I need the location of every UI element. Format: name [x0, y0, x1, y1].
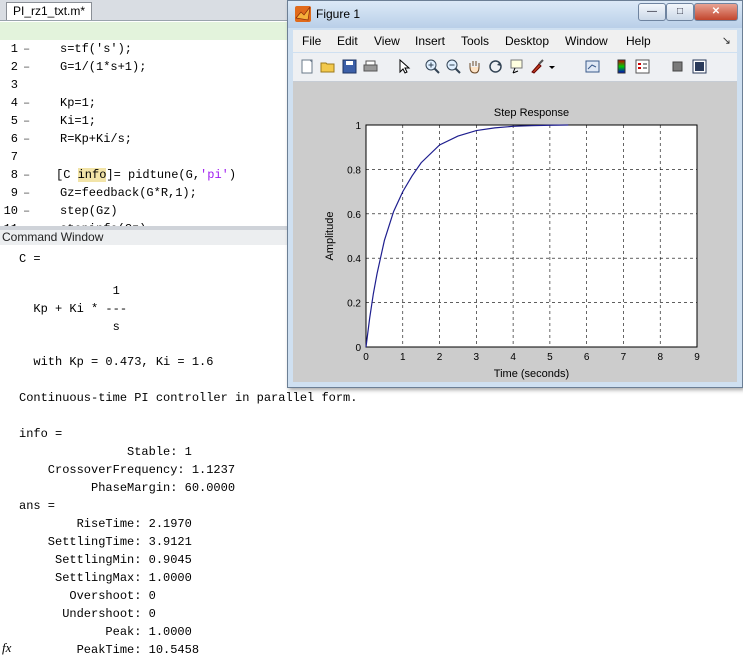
chart-title: Step Response [494, 107, 569, 119]
x-tick-label: 9 [694, 352, 700, 363]
y-tick-label: 0.2 [347, 299, 361, 310]
code-line[interactable]: 6– R=Kp+Ki/s; [0, 112, 290, 146]
legend-icon[interactable] [634, 58, 651, 75]
menu-view[interactable]: View [374, 34, 400, 48]
command-output-line: s [19, 320, 120, 334]
figure-title-bar[interactable]: Figure 1 — □ ✕ [288, 1, 742, 28]
menu-dock-arrow-icon[interactable]: ↘ [722, 34, 731, 47]
figure-menu-bar: File Edit View Insert Tools Desktop Wind… [293, 30, 737, 52]
command-output-line: 1 [19, 284, 120, 298]
colorbar-icon[interactable] [613, 58, 630, 75]
matlab-logo-icon [295, 6, 311, 22]
minimize-button[interactable]: — [638, 3, 666, 21]
editor-file-tab[interactable]: PI_rz1_txt.m* [6, 2, 93, 20]
code-line[interactable]: 7 [0, 130, 290, 164]
command-output-line: info = [19, 427, 63, 441]
command-output-line: Continuous-time PI controller in paralle… [19, 391, 358, 405]
save-icon[interactable] [341, 58, 358, 75]
menu-insert[interactable]: Insert [415, 34, 445, 48]
x-axis-label: Time (seconds) [494, 368, 569, 380]
command-output-line: Stable: 1 [19, 445, 192, 459]
print-icon[interactable] [362, 58, 379, 75]
menu-help[interactable]: Help [626, 34, 651, 48]
command-output-line: Overshoot: 0 [19, 589, 156, 603]
maximize-button[interactable]: □ [666, 3, 694, 21]
link-plot-icon[interactable] [584, 58, 601, 75]
command-window-title: Command Window [0, 230, 292, 245]
code-line[interactable]: 11–stepinfo(Gz) [0, 202, 290, 236]
code-line[interactable]: 9– Gz=feedback(G*R,1); [0, 166, 290, 200]
y-tick-label: 0 [355, 343, 361, 354]
figure-toolbar [293, 53, 737, 82]
command-output-line: C = [19, 252, 41, 266]
code-line[interactable]: 3 [0, 58, 290, 92]
new-figure-icon[interactable] [299, 58, 316, 75]
editor-code-area[interactable]: 1– s=tf('s'); 2– G=1/(1*s+1); 3 4– Kp=1; 5–… [0, 22, 290, 236]
zoom-in-icon[interactable] [424, 58, 441, 75]
x-tick-label: 1 [400, 352, 406, 363]
close-button[interactable]: ✕ [694, 3, 738, 21]
y-axis-label: Amplitude [324, 212, 336, 261]
step-response-plot[interactable]: 0 1 2 3 4 5 6 7 8 9 0 0.2 0.4 0.6 0.8 1 Step Response Tim… [293, 82, 737, 382]
rotate-3d-icon[interactable] [487, 58, 504, 75]
editor-panel: PI_rz1_txt.m* 1– s=tf('s'); 2– G=1/(1*s+1)… [0, 0, 290, 236]
x-tick-label: 2 [437, 352, 443, 363]
command-output-line: ans = [19, 499, 56, 513]
figure-window[interactable]: Figure 1 — □ ✕ File Edit View Insert Too… [287, 0, 743, 388]
pointer-icon[interactable] [395, 58, 412, 75]
figure-canvas[interactable]: 0 1 2 3 4 5 6 7 8 9 0 0.2 0.4 0.6 0.8 1 Step Response Tim… [293, 82, 737, 382]
show-plot-tools-icon[interactable] [691, 58, 708, 75]
code-line[interactable]: 10– step(Gz) [0, 184, 290, 218]
code-line[interactable]: 2– G=1/(1*s+1); [0, 40, 290, 74]
code-line[interactable]: 5– Ki=1; [0, 94, 290, 128]
command-output-line: Peak: 1.0000 [19, 625, 192, 639]
pan-icon[interactable] [466, 58, 483, 75]
menu-edit[interactable]: Edit [337, 34, 358, 48]
brush-icon[interactable] [529, 58, 546, 75]
zoom-out-icon[interactable] [445, 58, 462, 75]
command-output-line: PeakTime: 10.5458 [19, 643, 200, 657]
data-cursor-icon[interactable] [508, 58, 525, 75]
hide-plot-tools-icon[interactable] [669, 58, 686, 75]
y-tick-label: 0.4 [347, 254, 361, 265]
code-line[interactable]: 1– s=tf('s'); [0, 22, 290, 56]
y-tick-label: 0.8 [347, 165, 361, 176]
x-tick-label: 4 [510, 352, 516, 363]
menu-tools[interactable]: Tools [461, 34, 489, 48]
command-output-line: Kp + Ki * --- [19, 302, 128, 316]
y-tick-label: 1 [355, 121, 361, 132]
command-output-line: CrossoverFrequency: 1.1237 [19, 463, 236, 477]
y-tick-label: 0.6 [347, 210, 361, 221]
menu-desktop[interactable]: Desktop [505, 34, 549, 48]
x-tick-label: 6 [584, 352, 590, 363]
menu-file[interactable]: File [302, 34, 321, 48]
figure-title: Figure 1 [316, 7, 361, 21]
command-output-line: SettlingTime: 3.9121 [19, 535, 192, 549]
plot-axes-box [365, 124, 698, 348]
command-output-line: SettlingMax: 1.0000 [19, 571, 192, 585]
x-tick-label: 8 [657, 352, 663, 363]
x-tick-label: 0 [363, 352, 369, 363]
command-output-line: PhaseMargin: 60.0000 [19, 481, 236, 495]
code-line[interactable]: 8– [C info]= pidtune(G,'pi') [0, 148, 290, 182]
fx-prompt-icon[interactable]: fx [2, 640, 11, 656]
command-output-line: SettlingMin: 0.9045 [19, 553, 192, 567]
x-tick-label: 7 [621, 352, 627, 363]
command-output-line: with Kp = 0.473, Ki = 1.6 [19, 355, 214, 369]
x-tick-label: 5 [547, 352, 553, 363]
code-line[interactable]: 4– Kp=1; [0, 76, 290, 110]
command-output-line: Undershoot: 0 [19, 607, 156, 621]
editor-tab-bar: PI_rz1_txt.m* [0, 0, 290, 21]
open-file-icon[interactable] [320, 58, 337, 75]
x-tick-label: 3 [474, 352, 480, 363]
menu-window[interactable]: Window [565, 34, 608, 48]
brush-dropdown-icon[interactable] [547, 58, 557, 75]
command-output-line: RiseTime: 2.1970 [19, 517, 192, 531]
